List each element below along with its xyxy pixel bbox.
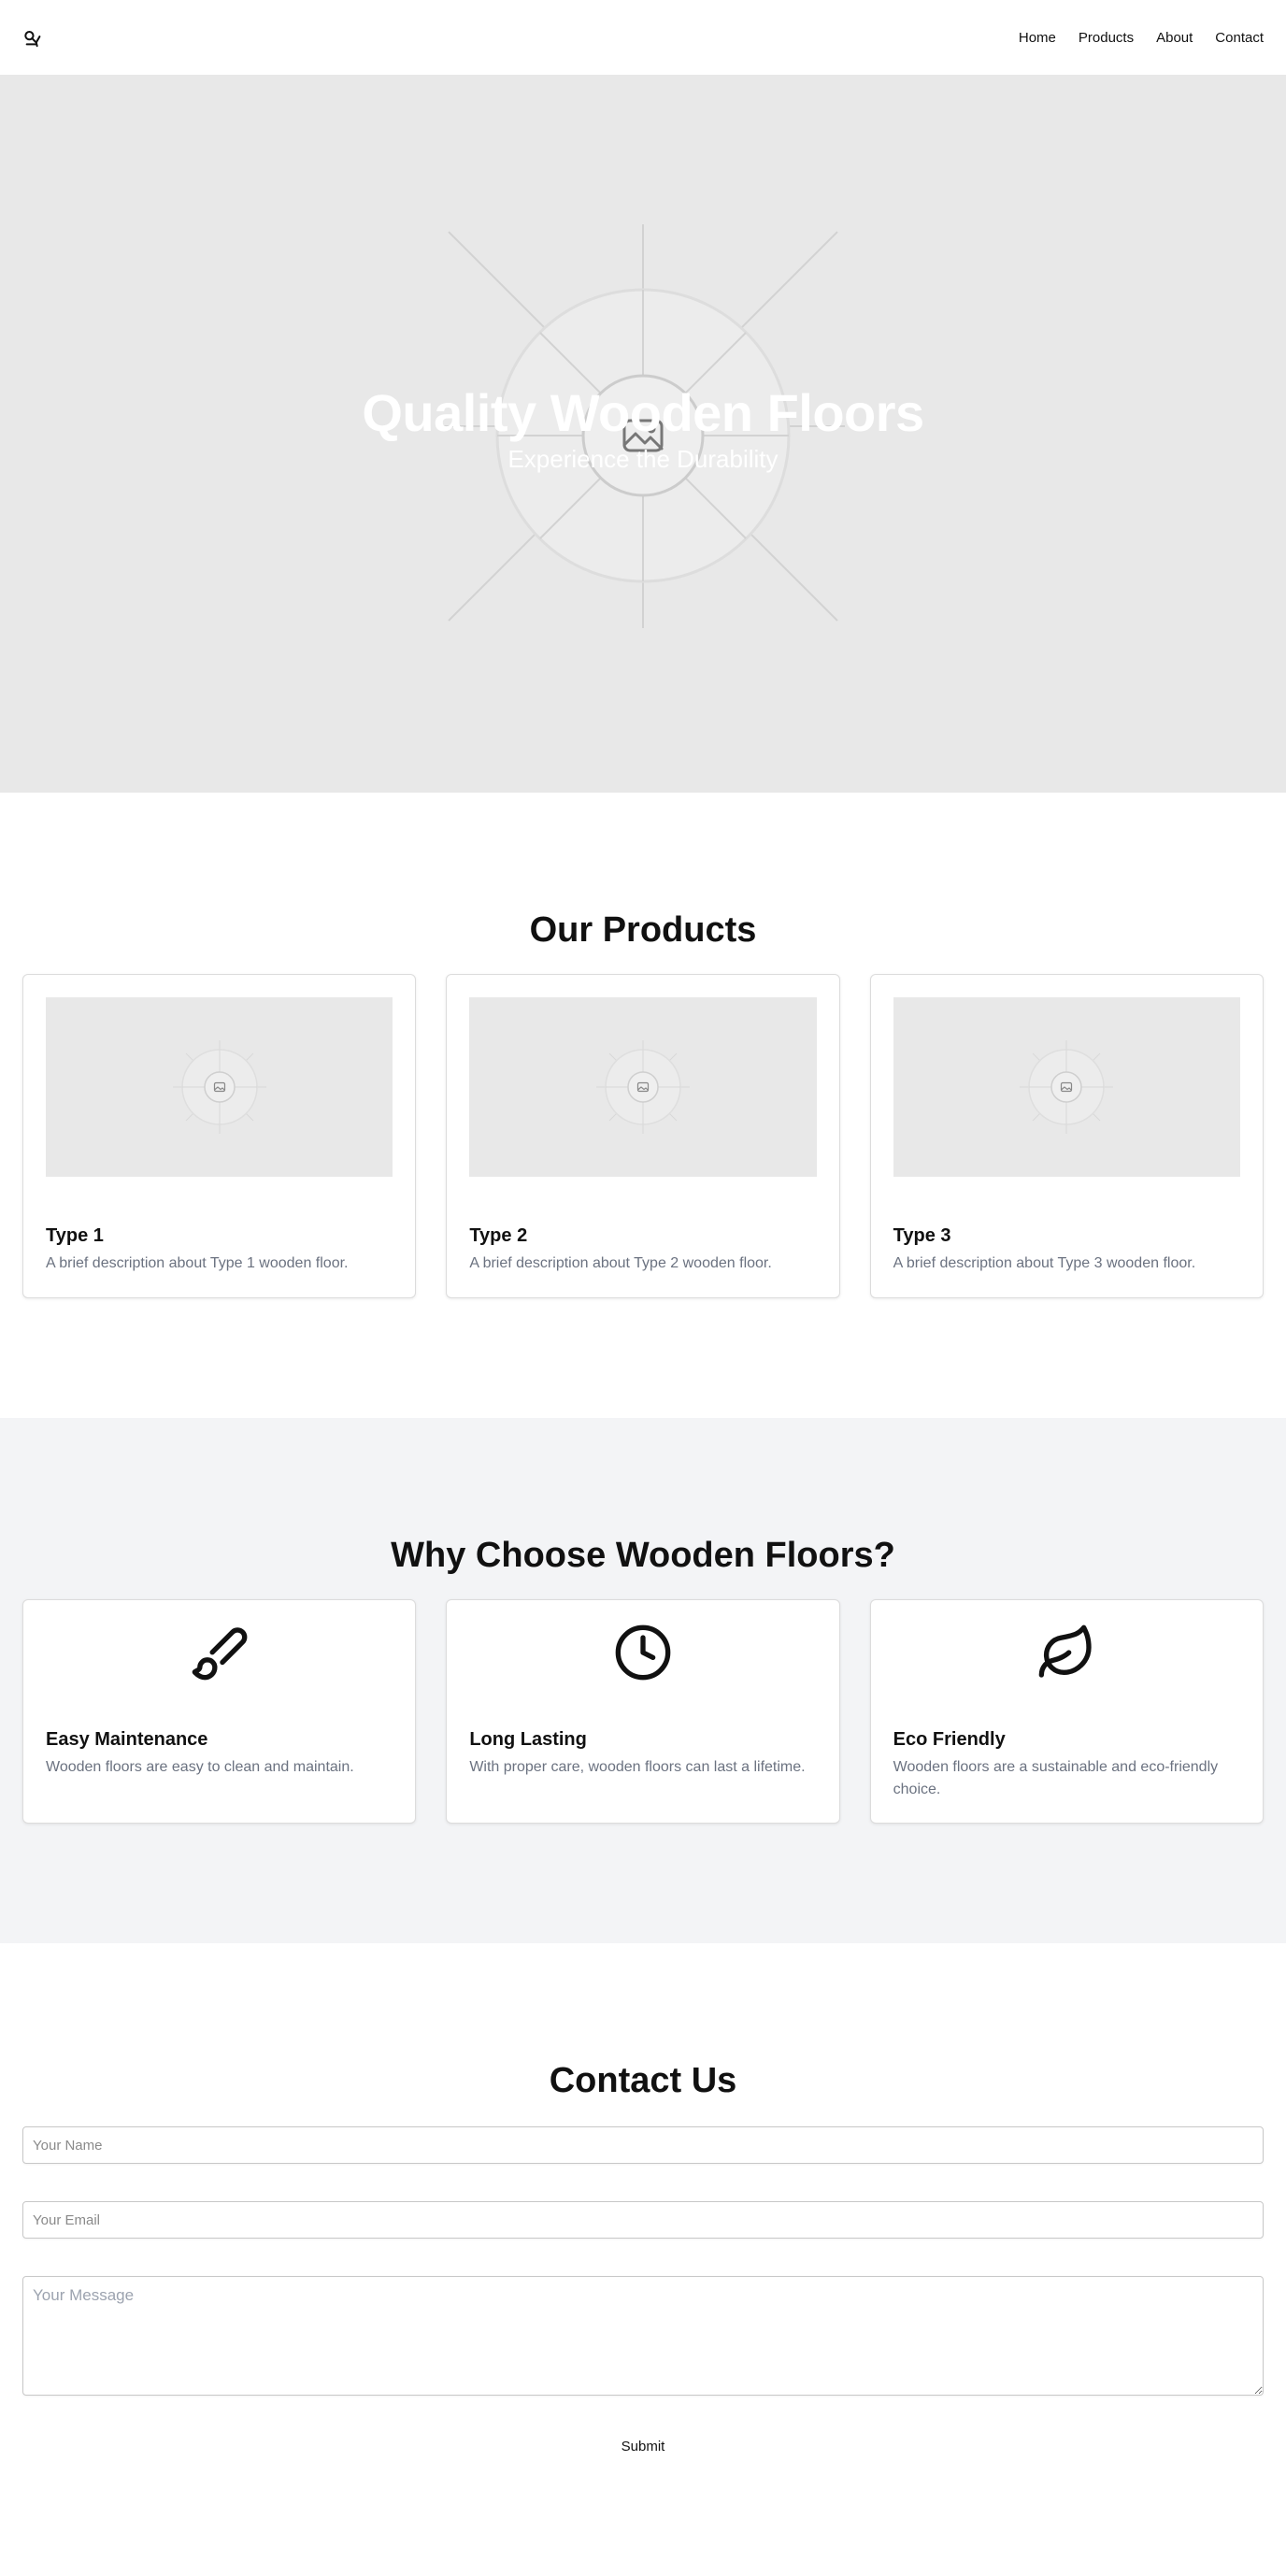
contact-form: Submit: [22, 2126, 1264, 2455]
name-input[interactable]: [22, 2126, 1264, 2164]
features-grid: Easy Maintenance Wooden floors are easy …: [22, 1599, 1264, 1824]
contact-title: Contact Us: [549, 2061, 737, 2100]
products-grid: Type 1 A brief description about Type 1 …: [22, 974, 1264, 1298]
products-title: Our Products: [529, 910, 757, 950]
feature-card: Long Lasting With proper care, wooden fl…: [446, 1599, 840, 1824]
image-placeholder-icon: [172, 1040, 266, 1134]
product-card[interactable]: Type 2 A brief description about Type 2 …: [446, 974, 840, 1298]
leaf-icon: [893, 1623, 1240, 1682]
site-header: Home Products About Contact: [0, 0, 1286, 75]
hero-text: Quality Wooden Floors Experience the Dur…: [0, 383, 1286, 474]
feature-description: Wooden floors are easy to clean and main…: [46, 1759, 354, 1775]
tree-logo-icon[interactable]: [22, 26, 45, 49]
product-image-placeholder: [893, 997, 1240, 1177]
clock-icon: [469, 1623, 816, 1682]
feature-name: Easy Maintenance: [46, 1729, 208, 1750]
product-image-placeholder: [46, 997, 393, 1177]
image-placeholder-icon: [595, 1040, 690, 1134]
product-description: A brief description about Type 3 wooden …: [893, 1255, 1196, 1271]
nav-link-home[interactable]: Home: [1019, 30, 1056, 46]
feature-card: Eco Friendly Wooden floors are a sustain…: [869, 1599, 1264, 1824]
contact-section: Contact Us Submit: [0, 1943, 1286, 2560]
hero-subtitle: Experience the Durability: [507, 445, 779, 474]
feature-description: With proper care, wooden floors can last…: [469, 1759, 806, 1775]
features-section: Why Choose Wooden Floors? Easy Maintenan…: [0, 1418, 1286, 1943]
feature-description: Wooden floors are a sustainable and eco-…: [893, 1759, 1219, 1797]
feature-name: Long Lasting: [469, 1729, 587, 1750]
feature-name: Eco Friendly: [893, 1729, 1006, 1750]
product-name: Type 2: [469, 1225, 528, 1246]
product-card[interactable]: Type 3 A brief description about Type 3 …: [869, 974, 1264, 1298]
product-card[interactable]: Type 1 A brief description about Type 1 …: [22, 974, 417, 1298]
feature-card: Easy Maintenance Wooden floors are easy …: [22, 1599, 417, 1824]
email-input[interactable]: [22, 2201, 1264, 2239]
hero-section: Quality Wooden Floors Experience the Dur…: [0, 75, 1286, 793]
submit-button[interactable]: Submit: [622, 2439, 665, 2454]
product-name: Type 1: [46, 1225, 104, 1246]
hero-title: Quality Wooden Floors: [362, 383, 924, 442]
product-name: Type 3: [893, 1225, 951, 1246]
message-textarea[interactable]: [22, 2276, 1264, 2396]
product-image-placeholder: [469, 997, 817, 1177]
nav-link-about[interactable]: About: [1156, 30, 1193, 46]
product-description: A brief description about Type 1 wooden …: [46, 1255, 349, 1271]
image-placeholder-icon: [1020, 1040, 1114, 1134]
features-title: Why Choose Wooden Floors?: [391, 1536, 895, 1575]
nav-link-contact[interactable]: Contact: [1215, 30, 1264, 46]
products-section: Our Products Type 1 A brief description …: [0, 793, 1286, 1418]
main-nav: Home Products About Contact: [1019, 30, 1264, 46]
product-description: A brief description about Type 2 wooden …: [469, 1255, 772, 1271]
brush-icon: [46, 1623, 393, 1682]
nav-link-products[interactable]: Products: [1079, 30, 1134, 46]
submit-wrapper: Submit: [22, 2439, 1264, 2455]
